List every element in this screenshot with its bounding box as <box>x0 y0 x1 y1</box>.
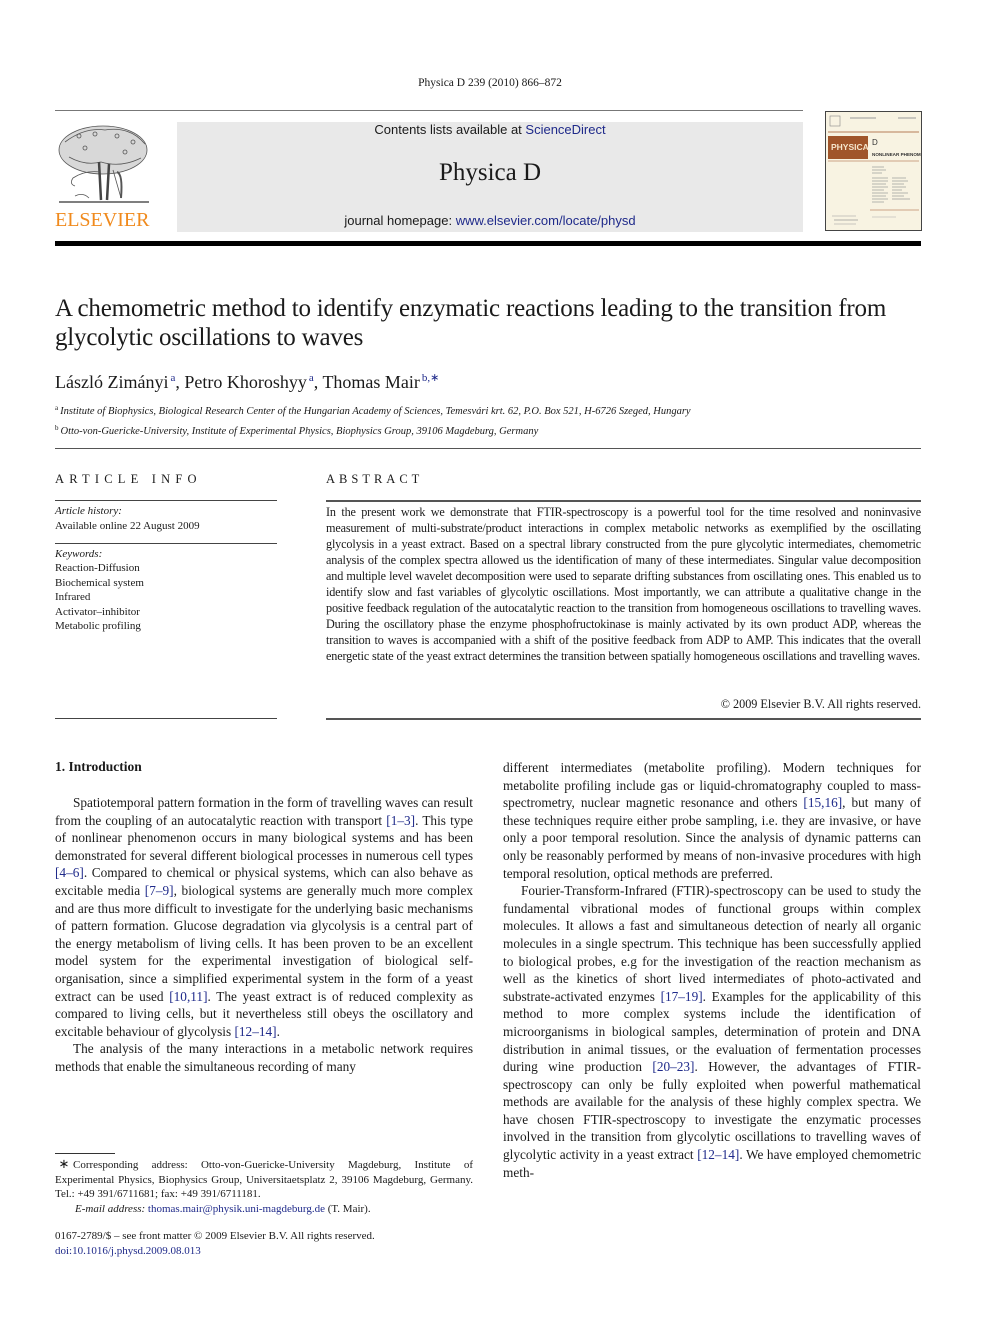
affiliation-marker[interactable]: a <box>170 372 175 384</box>
paragraph-text: . <box>276 1023 280 1039</box>
body-paragraph: Spatiotemporal pattern formation in the … <box>55 794 473 1040</box>
citation-link[interactable]: [12–14] <box>234 1024 276 1039</box>
journal-cover-thumbnail[interactable]: PHYSICA D NONLINEAR PHENOMENA <box>825 111 922 231</box>
footnote-email-line: E-mail address: thomas.mair@physik.uni-m… <box>55 1202 473 1217</box>
paragraph-text: Fourier-Transform-Infrared (FTIR)-spectr… <box>503 883 921 1004</box>
header-thick-rule <box>55 241 921 246</box>
citation-link[interactable]: [10,11] <box>169 989 207 1004</box>
history-label: Article history: <box>55 505 122 517</box>
elsevier-wordmark: ELSEVIER <box>55 209 150 231</box>
svg-text:NONLINEAR PHENOMENA: NONLINEAR PHENOMENA <box>872 152 921 157</box>
elsevier-logo[interactable]: ELSEVIER <box>55 122 155 234</box>
footnote-address-line: ∗ Corresponding address: Otto-von-Guerick… <box>55 1156 473 1202</box>
body-paragraph: The analysis of the many interactions in… <box>55 1040 473 1075</box>
journal-homepage-link[interactable]: www.elsevier.com/locate/physd <box>456 213 636 228</box>
affiliation-item: a Institute of Biophysics, Biological Res… <box>55 400 935 420</box>
keyword-item: Infrared <box>55 591 91 604</box>
citation-link[interactable]: [15,16] <box>803 795 842 810</box>
issn-line: 0167-2789/$ – see front matter © 2009 El… <box>55 1230 375 1242</box>
citation-link[interactable]: [12–14] <box>697 1147 739 1162</box>
contents-line: Contents lists available at ScienceDirec… <box>177 122 803 138</box>
footnote-address: Corresponding address: Otto-von-Guericke… <box>55 1159 473 1200</box>
email-label: E-mail address: <box>75 1202 146 1215</box>
body-column-right: different intermediates (metabolite prof… <box>503 759 921 1181</box>
journal-cover-icon: PHYSICA D NONLINEAR PHENOMENA <box>828 115 921 225</box>
svg-text:D: D <box>872 138 878 147</box>
paragraph-text: The analysis of the many interactions in… <box>55 1041 473 1074</box>
body-column-left: Spatiotemporal pattern formation in the … <box>55 794 473 1076</box>
homepage-line: journal homepage: www.elsevier.com/locat… <box>177 213 803 229</box>
abstract-heading: ABSTRACT <box>326 472 424 486</box>
citation-link[interactable]: [17–19] <box>661 989 703 1004</box>
journal-name: Physica D <box>438 159 542 186</box>
info-divider <box>55 500 277 501</box>
keyword-item: Metabolic profiling <box>55 620 141 633</box>
section-heading-introduction: 1. Introduction <box>55 759 142 774</box>
affiliation-text: Otto-von-Guericke-University, Institute … <box>60 426 539 437</box>
footnote-rule <box>55 1153 115 1154</box>
author-name[interactable]: Petro Khoroshyy <box>184 372 307 392</box>
affiliation-label: a <box>55 404 59 412</box>
article-title: A chemometric method to identify enzymat… <box>55 295 887 351</box>
keywords: Keywords: Reaction-Diffusion Biochemical… <box>55 547 277 633</box>
affiliations: a Institute of Biophysics, Biological Res… <box>55 400 935 440</box>
abstract-divider <box>326 718 921 720</box>
contents-prefix: Contents lists available at <box>374 122 526 137</box>
citation-link[interactable]: [4–6] <box>55 865 84 880</box>
history-value: Available online 22 August 2009 <box>55 519 200 532</box>
footnote-star: ∗ <box>58 1156 70 1171</box>
corresponding-author-footnote: ∗ Corresponding address: Otto-von-Guerick… <box>55 1156 473 1217</box>
body-paragraph: Fourier-Transform-Infrared (FTIR)-spectr… <box>503 882 921 1181</box>
front-matter: 0167-2789/$ – see front matter © 2009 El… <box>55 1229 475 1259</box>
affiliation-label: b <box>55 424 59 432</box>
author-email-link[interactable]: thomas.mair@physik.uni-magdeburg.de <box>148 1203 325 1215</box>
affiliation-marker[interactable]: b,∗ <box>422 372 439 384</box>
article-info-heading: ARTICLE INFO <box>55 472 202 486</box>
svg-text:PHYSICA: PHYSICA <box>831 142 869 152</box>
doi-link[interactable]: doi:10.1016/j.physd.2009.08.013 <box>55 1244 475 1259</box>
author-name[interactable]: Thomas Mair <box>322 372 419 392</box>
citation-link[interactable]: [20–23] <box>652 1059 694 1074</box>
keyword-item: Biochemical system <box>55 576 144 589</box>
paragraph-text: , biological systems are generally much … <box>55 882 474 1004</box>
author-name[interactable]: László Zimányi <box>55 372 168 392</box>
keywords-label: Keywords: <box>55 548 103 560</box>
author-list: László Zimányi a, Petro Khoroshyy a, Thoma… <box>55 372 440 392</box>
section-divider <box>55 448 921 449</box>
homepage-prefix: journal homepage: <box>344 213 456 228</box>
sciencedirect-link[interactable]: ScienceDirect <box>525 122 605 137</box>
keyword-item: Reaction-Diffusion <box>55 562 140 575</box>
citation-link[interactable]: [7–9] <box>145 883 174 898</box>
abstract-text: In the present work we demonstrate that … <box>326 505 921 663</box>
article-history: Article history: Available online 22 Aug… <box>55 504 277 533</box>
abstract-divider <box>326 500 921 502</box>
affiliation-item: b Otto-von-Guericke-University, Institute… <box>55 420 935 440</box>
journal-banner: Contents lists available at ScienceDirec… <box>177 122 803 232</box>
elsevier-tree-icon <box>58 125 149 203</box>
affiliation-marker[interactable]: a <box>309 372 314 384</box>
info-divider <box>55 718 277 719</box>
body-paragraph: different intermediates (metabolite prof… <box>503 759 921 882</box>
keyword-item: Activator–inhibitor <box>55 605 140 618</box>
header-rule <box>55 110 803 111</box>
citation-link[interactable]: [1–3] <box>386 813 415 828</box>
affiliation-text: Institute of Biophysics, Biological Rese… <box>60 406 691 417</box>
email-suffix: (T. Mair). <box>324 1202 371 1215</box>
journal-citation: Physica D 239 (2010) 866–872 <box>418 77 562 89</box>
abstract-copyright: © 2009 Elsevier B.V. All rights reserved… <box>720 697 921 711</box>
info-divider <box>55 543 277 544</box>
